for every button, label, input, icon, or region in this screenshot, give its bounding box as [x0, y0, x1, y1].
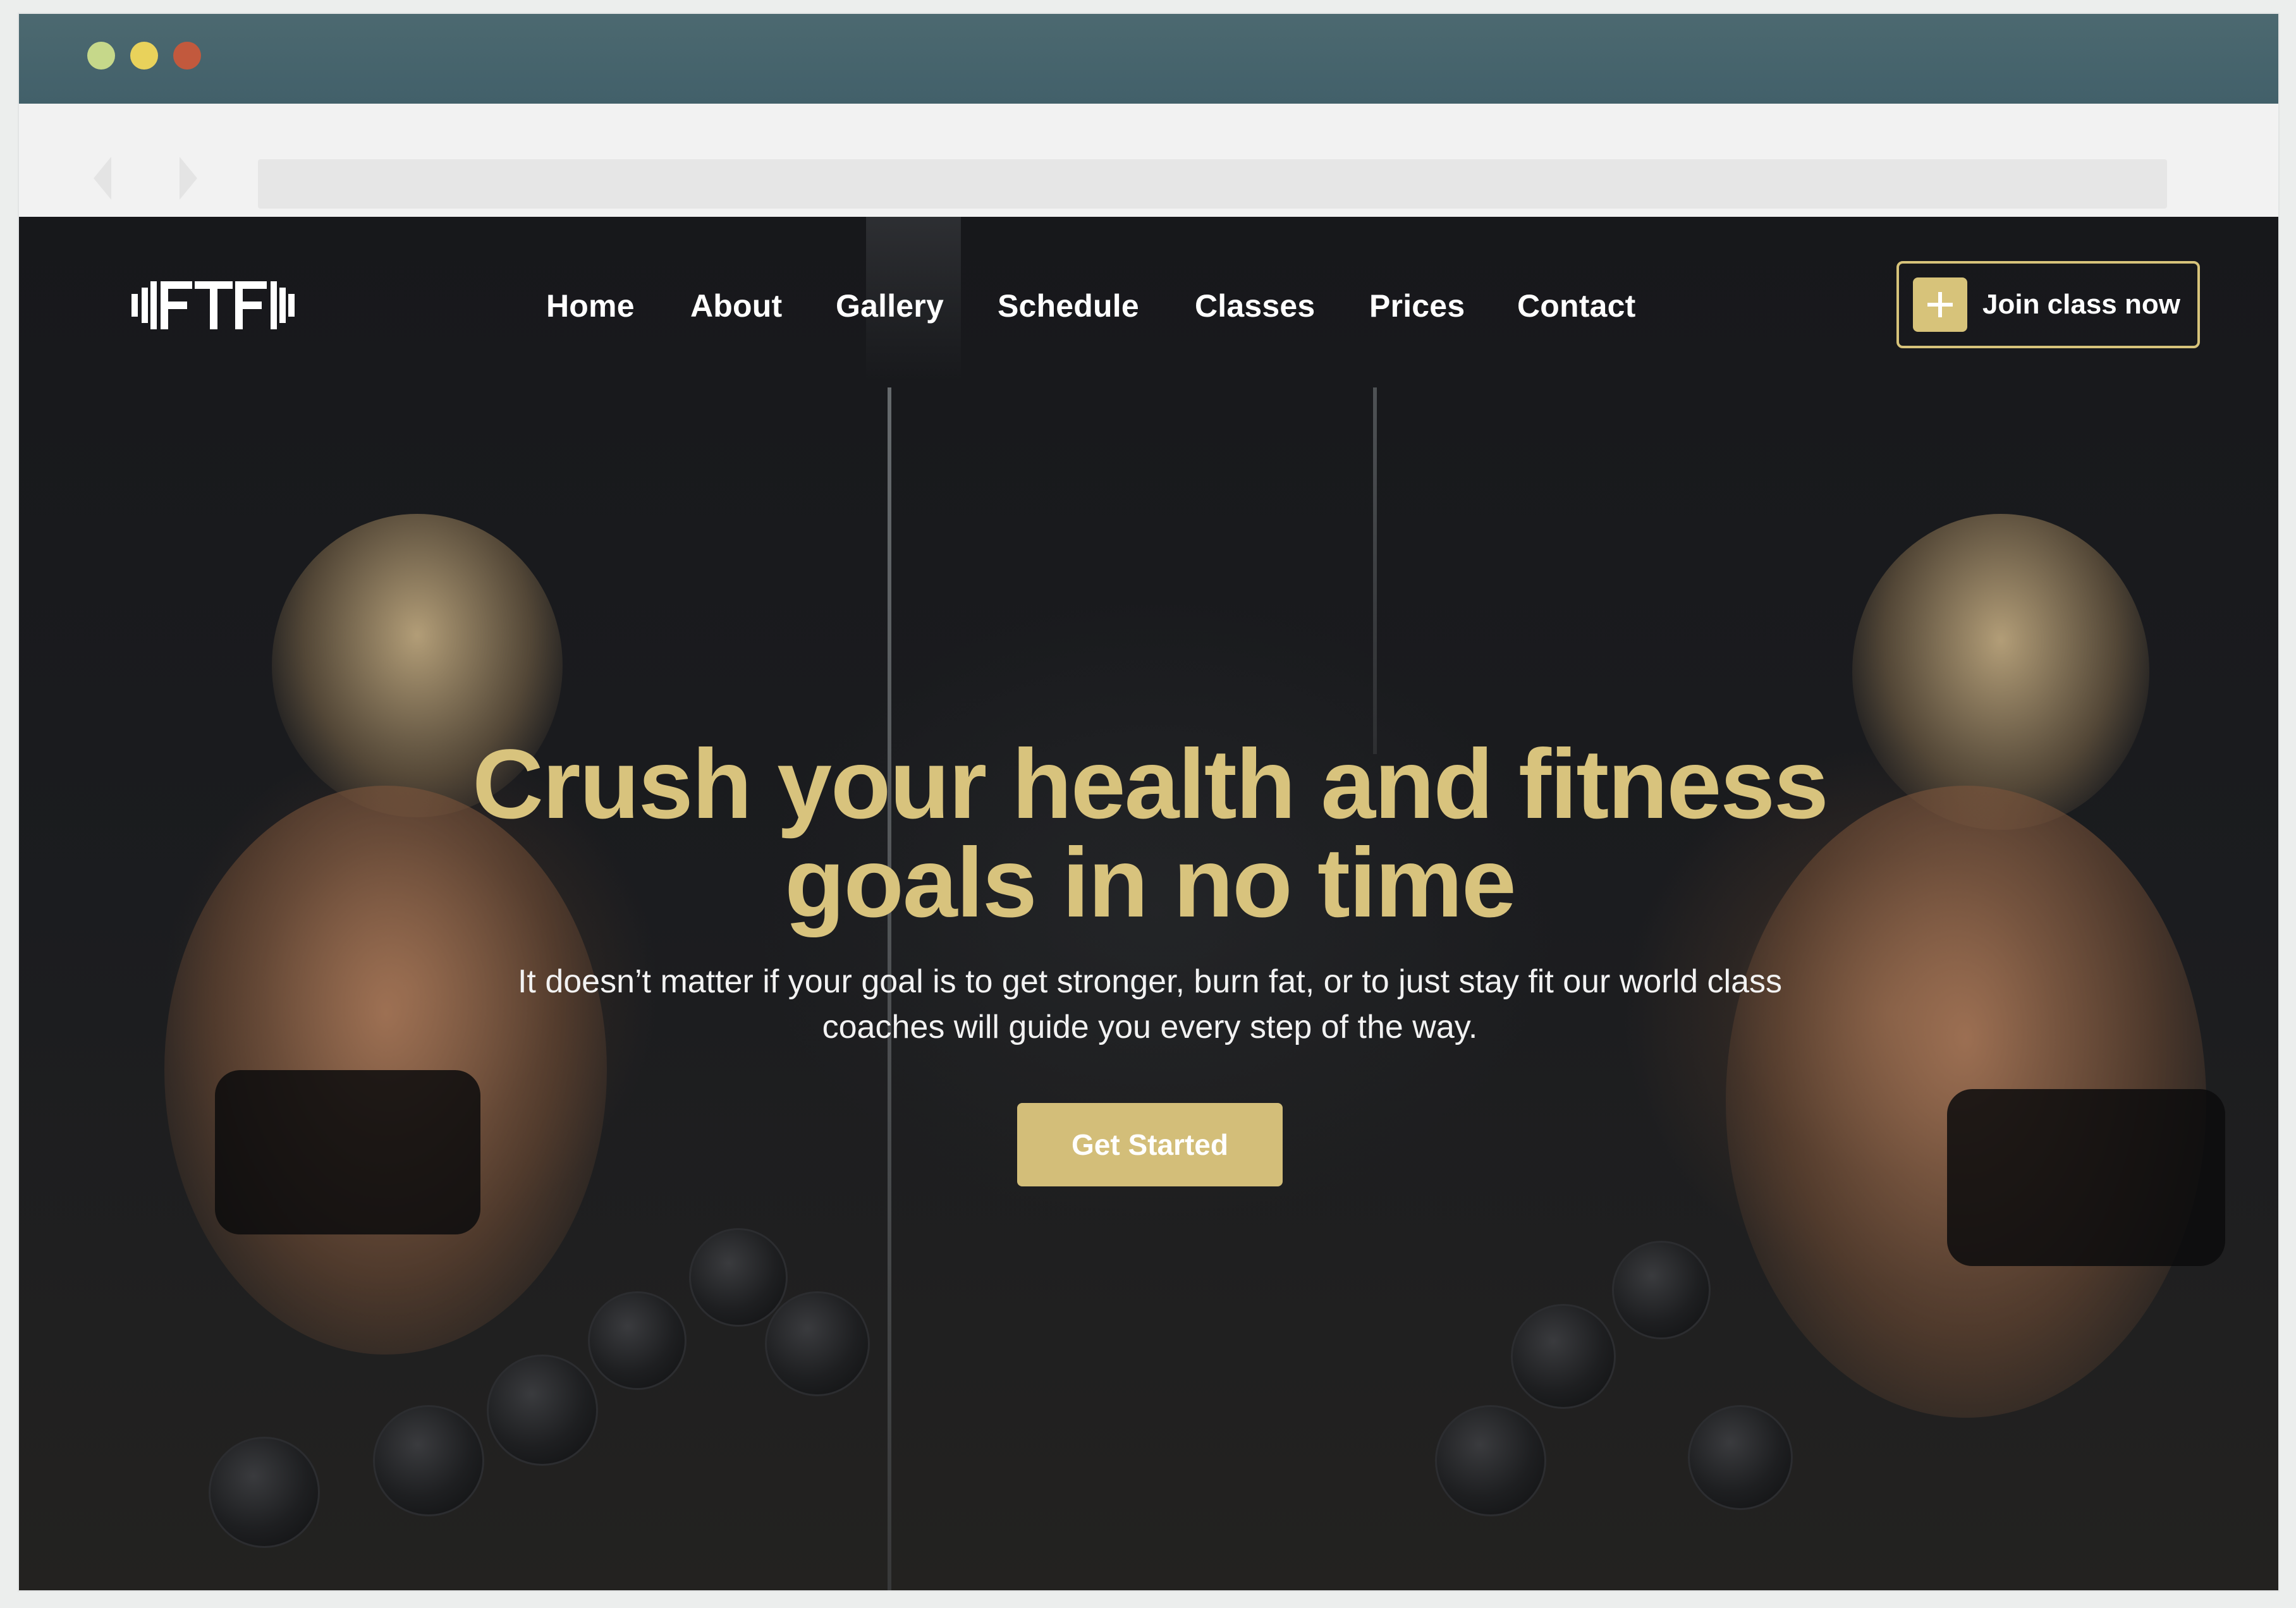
mirror-edge — [1373, 387, 1377, 754]
dumbbell — [1435, 1405, 1546, 1516]
get-started-button[interactable]: Get Started — [1017, 1103, 1283, 1186]
hero-title: Crush your health and fitness goals in n… — [19, 729, 2278, 938]
nav-link-contact[interactable]: Contact — [1517, 288, 1636, 324]
hero-section: Crush your health and fitness goals in n… — [19, 729, 2278, 1186]
dumbbell — [373, 1405, 484, 1516]
forward-arrow-icon[interactable] — [180, 157, 197, 200]
brand-logo[interactable] — [131, 275, 296, 336]
dumbbell — [1612, 1241, 1711, 1339]
back-arrow-icon[interactable] — [94, 157, 111, 200]
dumbbell — [487, 1355, 598, 1466]
page-viewport: Home About Gallery Schedule Classes Pric… — [19, 217, 2278, 1590]
dumbbell — [209, 1437, 320, 1548]
red-dot-icon[interactable] — [173, 42, 201, 70]
dumbbell — [1511, 1304, 1616, 1409]
nav-link-classes[interactable]: Classes — [1195, 288, 1315, 324]
nav-link-home[interactable]: Home — [546, 288, 635, 324]
yellow-dot-icon[interactable] — [130, 42, 158, 70]
nav-link-schedule[interactable]: Schedule — [998, 288, 1139, 324]
dumbbell — [765, 1291, 870, 1396]
dumbbell — [588, 1291, 687, 1390]
join-class-label: Join class now — [1982, 289, 2180, 320]
nav-link-gallery[interactable]: Gallery — [836, 288, 944, 324]
hero-title-line-2: goals in no time — [785, 828, 1516, 938]
dumbbell — [1688, 1405, 1793, 1510]
green-dot-icon[interactable] — [87, 42, 115, 70]
nav-link-prices[interactable]: Prices — [1369, 288, 1465, 324]
browser-window: Home About Gallery Schedule Classes Pric… — [18, 13, 2280, 1592]
hero-subtitle: It doesn’t matter if your goal is to get… — [517, 963, 1783, 1045]
address-bar[interactable] — [258, 159, 2167, 209]
nav-link-about[interactable]: About — [690, 288, 782, 324]
hero-title-line-1: Crush your health and fitness — [472, 729, 1829, 839]
browser-toolbar — [19, 104, 2278, 217]
dumbbell — [689, 1228, 788, 1327]
plus-icon — [1913, 277, 1967, 332]
join-class-button[interactable]: Join class now — [1896, 261, 2200, 348]
browser-titlebar — [19, 14, 2278, 104]
